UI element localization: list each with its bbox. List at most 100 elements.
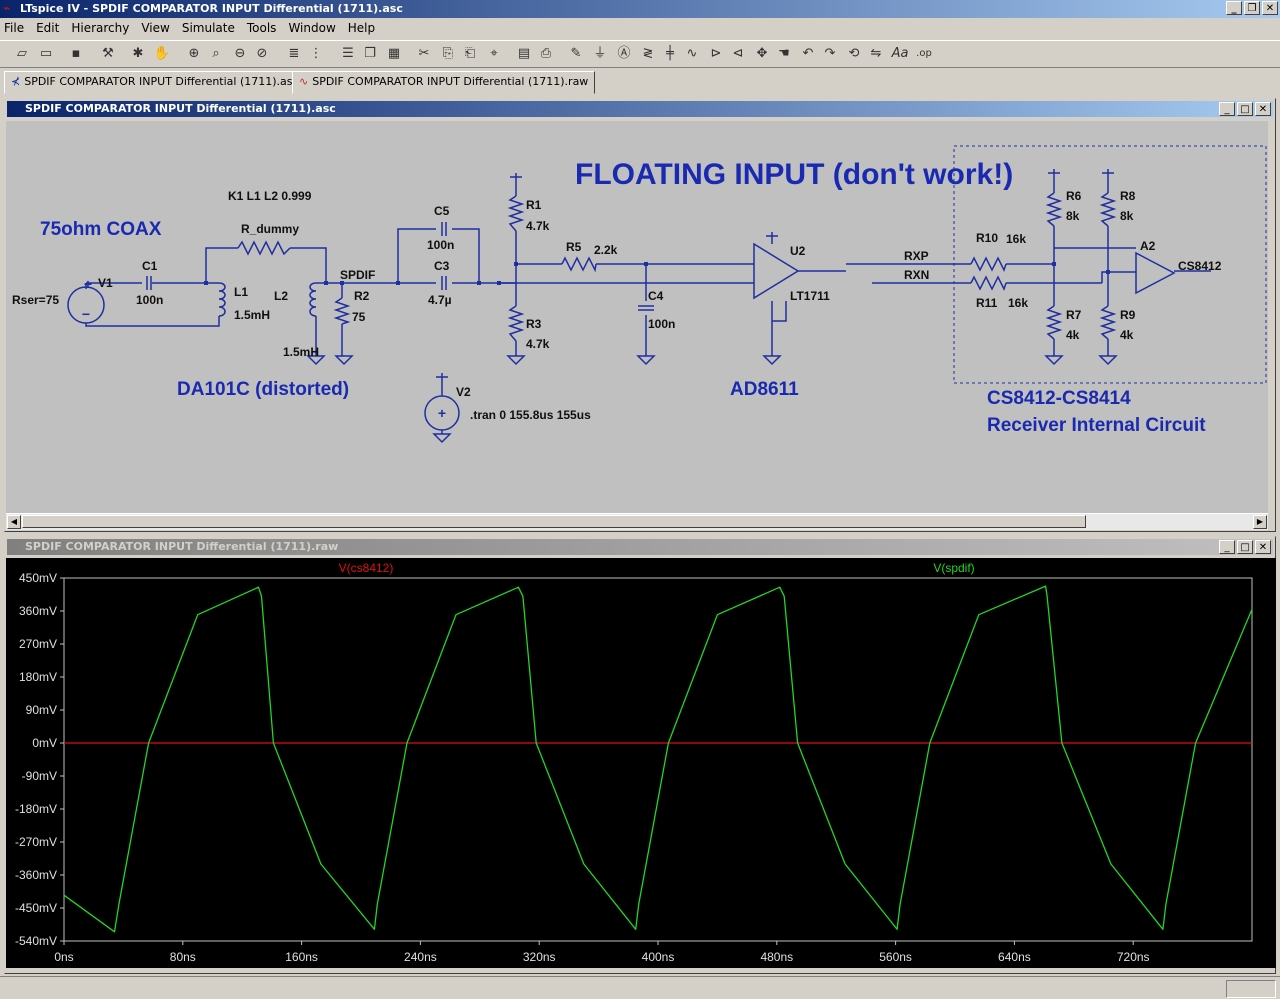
- zoom-fit-icon[interactable]: ⊘: [252, 44, 272, 64]
- waveform-icon: ∿: [299, 75, 309, 88]
- schematic-icon: ⊀: [11, 75, 21, 88]
- zoom-pan-icon[interactable]: ⌕: [206, 44, 226, 64]
- print-icon[interactable]: ⎙: [536, 44, 556, 64]
- schematic-canvas[interactable]: + − + FLOATING INPUT (don't work!) 75ohm…: [6, 121, 1268, 514]
- l1-value: 1.5mH: [234, 308, 270, 322]
- waveform-minimize-button[interactable]: _: [1219, 540, 1235, 554]
- schematic-maximize-button[interactable]: □: [1237, 102, 1253, 116]
- capacitor-icon[interactable]: ╪: [660, 44, 680, 64]
- menu-help[interactable]: Help: [348, 21, 375, 35]
- coax-label: 75ohm COAX: [40, 219, 162, 240]
- text-icon[interactable]: Aa: [890, 44, 910, 64]
- resistor-icon[interactable]: ≷: [638, 44, 658, 64]
- component-icon[interactable]: ⊲: [728, 44, 748, 64]
- open-folder-icon[interactable]: ▭: [36, 44, 56, 64]
- c1-name: C1: [142, 259, 158, 273]
- menu-simulate[interactable]: Simulate: [182, 21, 235, 35]
- find-icon[interactable]: ⌖: [484, 44, 504, 64]
- control-panel-icon[interactable]: ⚒: [98, 44, 118, 64]
- rxn-net-label: RXN: [904, 268, 929, 282]
- cascade-icon[interactable]: ❐: [360, 44, 380, 64]
- grid-icon[interactable]: ⋮: [306, 44, 326, 64]
- x-tick-label: 0ns: [54, 950, 73, 964]
- x-tick-label: 640ns: [998, 950, 1031, 964]
- close-button[interactable]: ✕: [1262, 1, 1278, 15]
- cs-title-label: CS8412-CS8414: [987, 388, 1131, 409]
- zoom-out-icon[interactable]: ⊖: [230, 44, 250, 64]
- tab-schematic[interactable]: ⊀ SPDIF COMPARATOR INPUT Differential (17…: [4, 71, 306, 94]
- print-preview-icon[interactable]: ▤: [514, 44, 534, 64]
- schematic-drawing: + − + FLOATING INPUT (don't work!) 75ohm…: [12, 145, 1267, 444]
- ground-icon[interactable]: ⏚: [590, 44, 610, 64]
- autorange-icon[interactable]: ≣: [284, 44, 304, 64]
- schematic-window-title: SPDIF COMPARATOR INPUT Differential (171…: [7, 101, 1273, 117]
- scroll-left-arrow-icon[interactable]: ◀: [7, 515, 21, 529]
- schematic-minimize-button[interactable]: _: [1219, 102, 1235, 116]
- rotate-icon[interactable]: ⟲: [844, 44, 864, 64]
- legend-spdif[interactable]: V(spdif): [933, 561, 974, 575]
- x-tick-label: 400ns: [642, 950, 675, 964]
- waveform-maximize-button[interactable]: □: [1237, 540, 1253, 554]
- mirror-icon[interactable]: ⇋: [866, 44, 886, 64]
- r6-name: R6: [1066, 189, 1082, 203]
- tab-waveform-label: SPDIF COMPARATOR INPUT Differential (171…: [312, 75, 589, 88]
- drag-icon[interactable]: ☚: [774, 44, 794, 64]
- diode-icon[interactable]: ⊳: [706, 44, 726, 64]
- restore-button[interactable]: ❐: [1244, 1, 1260, 15]
- minimize-button[interactable]: _: [1226, 1, 1242, 15]
- status-bar: [0, 976, 1280, 999]
- halt-icon[interactable]: ✋: [152, 44, 172, 64]
- c5-value: 100n: [427, 238, 454, 252]
- cut-icon[interactable]: ✂: [414, 44, 434, 64]
- svg-text:+: +: [84, 276, 92, 292]
- y-tick-label: -180mV: [15, 802, 57, 816]
- waveform-close-button[interactable]: ✕: [1255, 540, 1271, 554]
- waveform-plot[interactable]: 450mV 360mV 270mV 180mV 90mV 0mV -90mV -180mV -2…: [6, 558, 1276, 968]
- r7-name: R7: [1066, 308, 1082, 322]
- trace-spdif[interactable]: [63, 585, 1253, 933]
- menu-tools[interactable]: Tools: [247, 21, 277, 35]
- menu-view[interactable]: View: [141, 21, 169, 35]
- app-titlebar: ⌁ LTspice IV - SPDIF COMPARATOR INPUT Di…: [0, 0, 1280, 18]
- rxp-net-label: RXP: [904, 249, 929, 263]
- draw-wire-icon[interactable]: ✎: [566, 44, 586, 64]
- spice-directive-icon[interactable]: .op: [914, 44, 934, 64]
- save-icon[interactable]: ▪: [66, 44, 86, 64]
- move-icon[interactable]: ✥: [752, 44, 772, 64]
- spdif-net-label: SPDIF: [340, 268, 375, 282]
- waveform-chart: 450mV 360mV 270mV 180mV 90mV 0mV -90mV -180mV -2…: [15, 561, 1253, 964]
- paste-icon[interactable]: ⎗: [460, 44, 480, 64]
- menu-hierarchy[interactable]: Hierarchy: [71, 21, 129, 35]
- x-tick-label: 720ns: [1117, 950, 1150, 964]
- scroll-right-arrow-icon[interactable]: ▶: [1253, 515, 1267, 529]
- zoom-in-icon[interactable]: ⊕: [184, 44, 204, 64]
- copy-icon[interactable]: ⎘: [438, 44, 458, 64]
- a2-name: A2: [1140, 239, 1156, 253]
- redo-icon[interactable]: ↷: [820, 44, 840, 64]
- plot-frame: [63, 577, 1253, 942]
- tile-vertical-icon[interactable]: ▦: [384, 44, 404, 64]
- l2-name: L2: [274, 289, 288, 303]
- v2-name: V2: [456, 385, 471, 399]
- ltspice-logo-icon: ⌁: [3, 1, 11, 15]
- scroll-thumb[interactable]: [22, 515, 1086, 528]
- schematic-hscrollbar[interactable]: ◀ ▶: [6, 513, 1268, 530]
- y-tick-label: -450mV: [15, 901, 57, 915]
- c1-value: 100n: [136, 293, 163, 307]
- x-tick-label: 160ns: [285, 950, 318, 964]
- new-schematic-icon[interactable]: ▱: [12, 44, 32, 64]
- run-icon[interactable]: ✱: [128, 44, 148, 64]
- undo-icon[interactable]: ↶: [798, 44, 818, 64]
- inductor-icon[interactable]: ∿: [682, 44, 702, 64]
- tab-waveform[interactable]: ∿ SPDIF COMPARATOR INPUT Differential (17…: [292, 71, 596, 94]
- legend-cs8412[interactable]: V(cs8412): [339, 561, 394, 575]
- menu-edit[interactable]: Edit: [36, 21, 59, 35]
- y-tick-label: 450mV: [19, 571, 57, 585]
- rser-label: Rser=75: [12, 293, 59, 307]
- app-title: LTspice IV - SPDIF COMPARATOR INPUT Diff…: [20, 2, 403, 15]
- label-net-icon[interactable]: Ⓐ: [614, 44, 634, 64]
- schematic-close-button[interactable]: ✕: [1255, 102, 1271, 116]
- menu-file[interactable]: File: [4, 21, 24, 35]
- menu-window[interactable]: Window: [288, 21, 335, 35]
- tile-horizontal-icon[interactable]: ☰: [338, 44, 358, 64]
